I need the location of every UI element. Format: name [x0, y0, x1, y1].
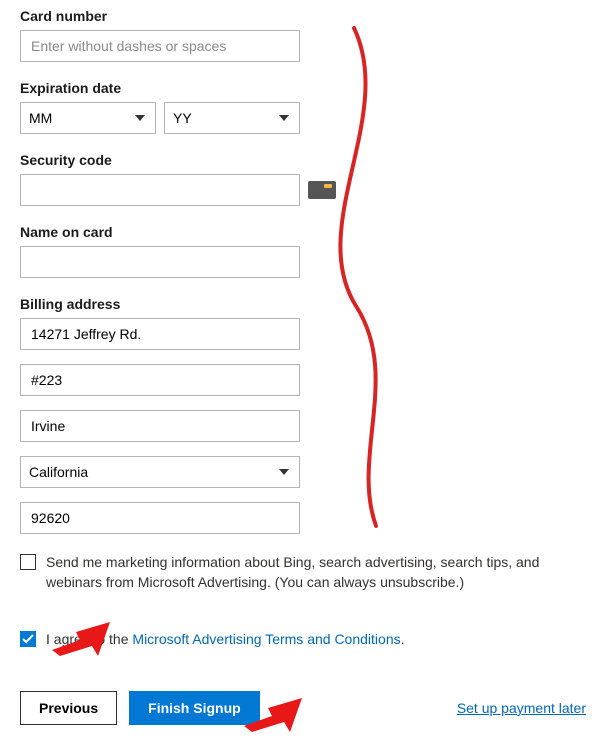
expiration-month-select[interactable]: MM: [20, 102, 156, 134]
card-cvv-icon-wrap: [308, 181, 336, 199]
name-on-card-group: Name on card: [20, 224, 586, 278]
billing-city-input[interactable]: [20, 410, 300, 442]
billing-zip-input[interactable]: [20, 502, 300, 534]
card-number-label: Card number: [20, 8, 586, 24]
card-number-input[interactable]: [20, 30, 300, 62]
billing-address-group: Billing address California: [20, 296, 586, 534]
billing-address-label: Billing address: [20, 296, 586, 312]
name-on-card-label: Name on card: [20, 224, 586, 240]
marketing-checkbox-text: Send me marketing information about Bing…: [46, 552, 586, 593]
previous-button[interactable]: Previous: [20, 691, 117, 725]
billing-line1-input[interactable]: [20, 318, 300, 350]
expiration-row: MM YY: [20, 102, 586, 134]
billing-line2-input[interactable]: [20, 364, 300, 396]
agree-checkbox-text: I agree to the Microsoft Advertising Ter…: [46, 629, 405, 649]
agree-text-prefix: I agree to the: [46, 631, 132, 647]
agree-text-suffix: .: [401, 631, 405, 647]
expiration-group: Expiration date MM YY: [20, 80, 586, 134]
agree-checkbox[interactable]: [20, 631, 36, 647]
billing-state-select[interactable]: California: [20, 456, 300, 488]
checkmark-icon: [22, 633, 34, 645]
terms-link[interactable]: Microsoft Advertising Terms and Conditio…: [132, 631, 400, 647]
expiration-label: Expiration date: [20, 80, 586, 96]
marketing-checkbox[interactable]: [20, 554, 36, 570]
name-on-card-input[interactable]: [20, 246, 300, 278]
security-code-input[interactable]: [20, 174, 300, 206]
pay-later-link[interactable]: Set up payment later: [457, 700, 586, 716]
expiration-year-select[interactable]: YY: [164, 102, 300, 134]
credit-card-icon: [308, 181, 336, 199]
security-code-label: Security code: [20, 152, 586, 168]
security-code-row: [20, 174, 586, 206]
security-code-group: Security code: [20, 152, 586, 206]
billing-address-stack: California: [20, 318, 586, 534]
button-row: Previous Finish Signup Set up payment la…: [20, 691, 586, 725]
card-number-group: Card number: [20, 8, 586, 62]
finish-signup-button[interactable]: Finish Signup: [129, 691, 260, 725]
marketing-checkbox-row: Send me marketing information about Bing…: [20, 552, 586, 593]
agree-checkbox-row: I agree to the Microsoft Advertising Ter…: [20, 629, 586, 649]
